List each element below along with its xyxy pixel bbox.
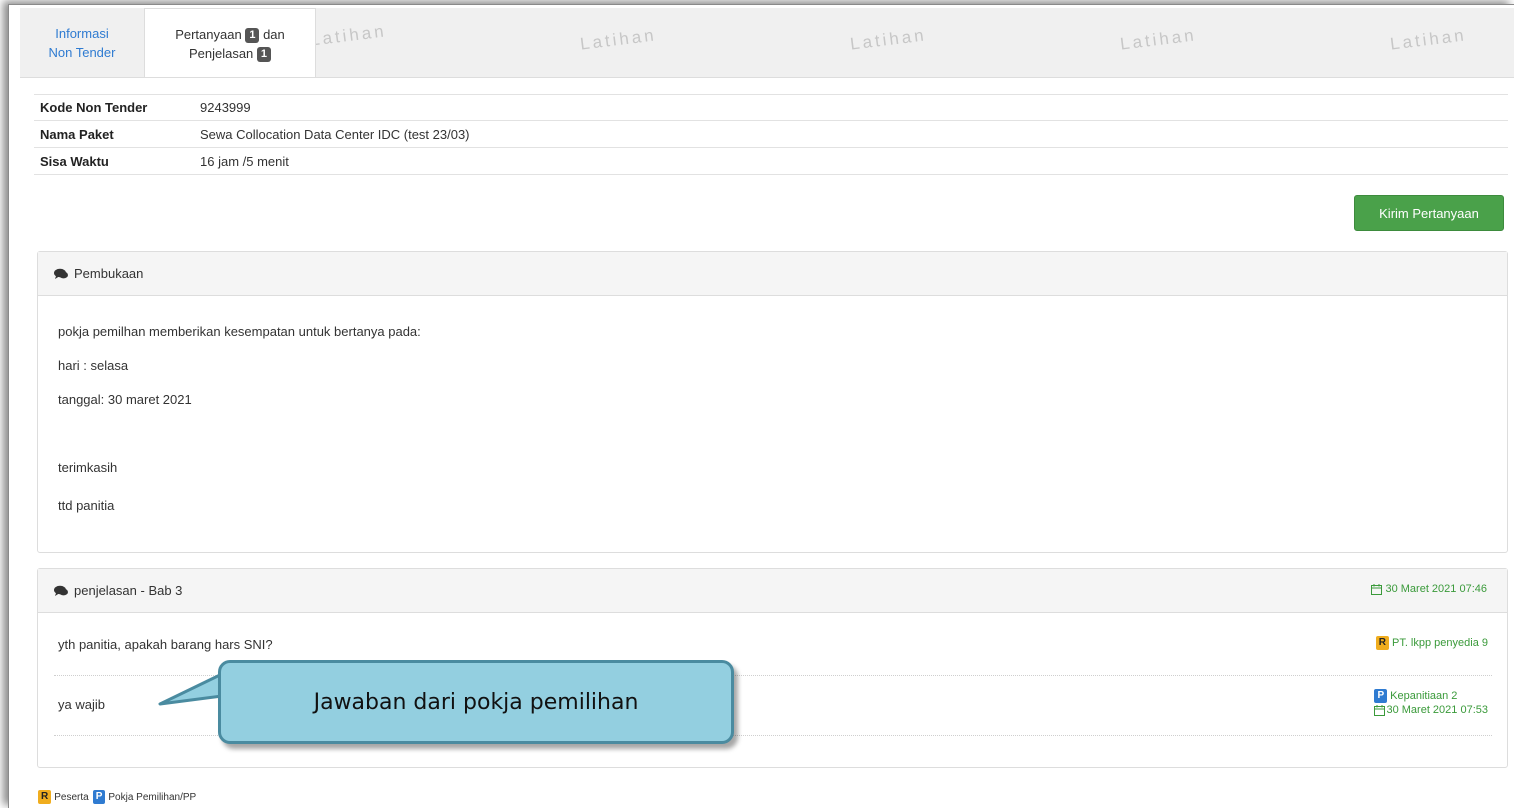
watermark: Latihan xyxy=(579,25,658,54)
question-meta: R PT. lkpp penyedia 9 xyxy=(1375,636,1488,650)
tab-informasi-label-line1: Informasi xyxy=(55,26,109,41)
tab-informasi-non-tender[interactable]: Informasi Non Tender xyxy=(20,8,144,77)
package-info-table: Kode Non Tender 9243999 Nama Paket Sewa … xyxy=(34,94,1508,175)
panel-header: Pembukaan xyxy=(38,252,1507,296)
calendar-icon xyxy=(1371,583,1383,595)
announcement-line: ttd panitia xyxy=(58,498,115,513)
table-row: Sisa Waktu 16 jam /5 menit xyxy=(34,148,1508,175)
tab-bar: Latihan Latihan Latihan Latihan Latihan … xyxy=(20,8,1514,78)
answer-count-badge: 1 xyxy=(256,46,272,62)
answer-date: 30 Maret 2021 07:53 xyxy=(1386,704,1488,716)
question-count-badge: 1 xyxy=(245,27,260,43)
info-value: Sewa Collocation Data Center IDC (test 2… xyxy=(200,126,470,142)
watermark: Latihan xyxy=(1389,25,1468,54)
tab-pertanyaan-penjelasan[interactable]: Pertanyaan 1 dan Penjelasan 1 xyxy=(144,8,316,77)
peserta-badge: R xyxy=(1375,636,1389,650)
question-author: PT. lkpp penyedia 9 xyxy=(1391,637,1488,649)
table-row: Nama Paket Sewa Collocation Data Center … xyxy=(34,121,1508,148)
legend-p-badge: P xyxy=(92,790,106,804)
announcement-line: hari : selasa xyxy=(58,358,129,373)
announcement-line: pokja pemilhan memberikan kesempatan unt… xyxy=(58,324,421,339)
legend-r-label: Peserta xyxy=(54,791,89,803)
info-label: Sisa Waktu xyxy=(40,153,109,169)
info-label: Kode Non Tender xyxy=(40,100,148,115)
thread-date-text: 30 Maret 2021 07:46 xyxy=(1385,583,1487,595)
comments-icon xyxy=(54,585,68,596)
watermark: Latihan xyxy=(849,25,928,54)
thread-date: 30 Maret 2021 07:46 xyxy=(1371,583,1487,595)
watermark: Latihan xyxy=(309,21,388,50)
tab-qa-label-part1: Pertanyaan xyxy=(175,26,242,42)
pembukaan-panel: Pembukaan pokja pemilhan memberikan kese… xyxy=(37,251,1508,553)
panel-header: penjelasan - Bab 3 xyxy=(38,569,1507,613)
answer-author: Kepanitiaan 2 xyxy=(1390,690,1458,702)
announcement-line: terimkasih xyxy=(58,460,118,475)
watermark: Latihan xyxy=(1119,25,1198,54)
send-question-button[interactable]: Kirim Pertanyaan xyxy=(1354,195,1504,231)
legend-r-badge: R xyxy=(38,790,52,804)
table-row: Kode Non Tender 9243999 xyxy=(34,94,1508,121)
info-value: 16 jam /5 menit xyxy=(200,153,289,169)
legend-p-label: Pokja Pemilihan/PP xyxy=(108,791,197,803)
calendar-icon xyxy=(1374,704,1386,716)
announcement-line: tanggal: 30 maret 2021 xyxy=(58,392,192,407)
answer-meta: P Kepanitiaan 2 30 Maret 2021 07:53 xyxy=(1374,689,1488,717)
pokja-badge: P xyxy=(1374,689,1388,703)
answer-text: ya wajib xyxy=(58,697,105,712)
tab-informasi-label-line2: Non Tender xyxy=(48,45,116,60)
panel-title: Pembukaan xyxy=(74,266,144,281)
tab-qa-label-part3: Penjelasan xyxy=(188,45,254,61)
badge-legend: R Peserta P Pokja Pemilihan/PP xyxy=(38,790,196,804)
panel-title: penjelasan - Bab 3 xyxy=(74,583,183,598)
info-label: Nama Paket xyxy=(40,126,114,142)
annotation-callout: Jawaban dari pokja pemilihan xyxy=(218,660,734,744)
tab-qa-label-part2: dan xyxy=(263,26,285,42)
info-value: 9243999 xyxy=(200,100,251,115)
comments-icon xyxy=(54,268,68,279)
question-text: yth panitia, apakah barang hars SNI? xyxy=(58,637,273,652)
